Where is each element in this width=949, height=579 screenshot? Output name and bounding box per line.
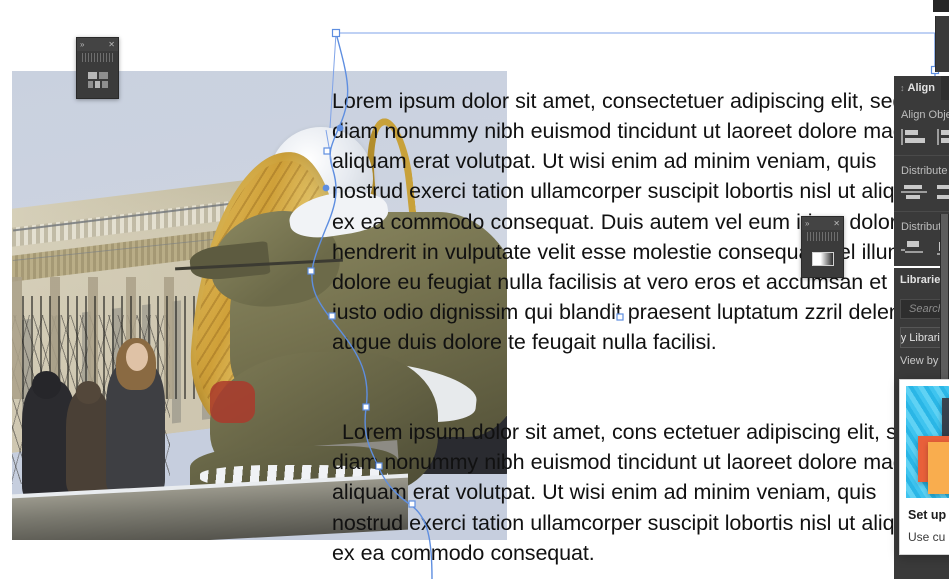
tab-align[interactable]: ↕ Align bbox=[894, 76, 941, 100]
mini-panel-body bbox=[802, 241, 843, 277]
mini-panel-titlebar[interactable]: » ✕ bbox=[802, 217, 843, 230]
align-left-icon[interactable] bbox=[901, 128, 927, 146]
panel-drag-grip[interactable] bbox=[807, 232, 838, 241]
close-icon[interactable]: ✕ bbox=[833, 219, 840, 228]
coachmark-thumbnail bbox=[906, 386, 949, 498]
distribute-vertical-center-icon[interactable] bbox=[901, 184, 927, 202]
close-icon[interactable]: ✕ bbox=[108, 40, 115, 49]
libraries-search-field[interactable]: Search bbox=[900, 299, 944, 319]
library-select-dropdown[interactable]: My Libraries bbox=[900, 327, 943, 348]
window-edge-panel-strip bbox=[935, 16, 949, 72]
gradient-mini-panel[interactable]: » ✕ bbox=[801, 216, 844, 278]
expand-panel-icon[interactable]: » bbox=[80, 40, 84, 49]
coachmark-body: Use cu bbox=[908, 530, 946, 544]
align-center-horizontal-icon[interactable] bbox=[937, 128, 949, 146]
photo-red-object bbox=[210, 380, 255, 423]
swatch-grid-icon[interactable] bbox=[87, 72, 108, 88]
photo-person-middle-body bbox=[66, 389, 111, 494]
thumb-card-orange bbox=[928, 442, 949, 494]
distribute-objects-label: Distribute Objects bbox=[901, 165, 949, 177]
text-frame[interactable]: Lorem ipsum dolor sit amet, consectetuer… bbox=[332, 26, 932, 579]
distribute-spacing-vertical-icon[interactable] bbox=[901, 240, 927, 258]
window-edge-top bbox=[933, 0, 949, 12]
expand-panel-icon[interactable]: » bbox=[805, 219, 809, 228]
swatches-mini-panel[interactable]: » ✕ bbox=[76, 37, 119, 99]
distribute-objects-icon-row[interactable] bbox=[894, 182, 949, 211]
align-panel-tabbar[interactable]: ↕ Align bbox=[894, 76, 949, 100]
align-objects-label: Align Objects bbox=[901, 109, 949, 121]
illustrator-window: Lorem ipsum dolor sit amet, consectetuer… bbox=[0, 0, 949, 579]
photo-person-middle-head bbox=[76, 380, 102, 404]
distribute-vertical-bottom-icon[interactable] bbox=[937, 184, 949, 202]
collapse-panel-icon[interactable]: ↕ bbox=[900, 83, 905, 93]
libraries-coachmark-tooltip[interactable]: Set up Use cu bbox=[899, 379, 949, 555]
paragraph-2: Lorem ipsum dolor sit amet, cons ectetue… bbox=[332, 420, 929, 565]
document-canvas[interactable]: Lorem ipsum dolor sit amet, consectetuer… bbox=[0, 0, 949, 579]
scrollbar-thumb[interactable] bbox=[941, 214, 948, 404]
panel-drag-grip[interactable] bbox=[82, 53, 113, 62]
libraries-search-placeholder: Search bbox=[909, 303, 944, 315]
align-objects-icon-row[interactable] bbox=[894, 126, 949, 155]
mini-panel-body bbox=[77, 62, 118, 98]
photo-person-right-face bbox=[125, 343, 149, 372]
coachmark-title: Set up bbox=[908, 508, 947, 522]
library-select-value: My Libraries bbox=[900, 331, 942, 344]
tooltip-arrow-icon bbox=[928, 380, 948, 381]
tab-align-label: Align bbox=[907, 82, 936, 94]
gradient-swatch-icon[interactable] bbox=[811, 252, 834, 266]
mini-panel-titlebar[interactable]: » ✕ bbox=[77, 38, 118, 51]
